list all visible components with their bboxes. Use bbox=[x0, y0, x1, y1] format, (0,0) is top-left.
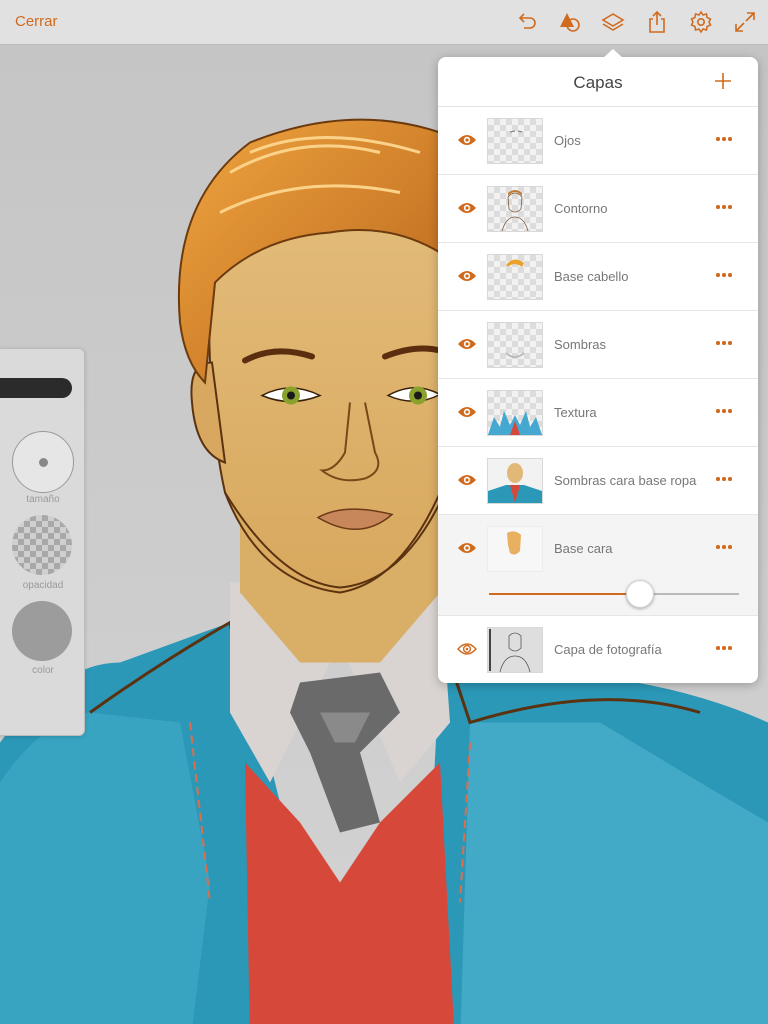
size-label: tamaño bbox=[26, 494, 60, 505]
layer-thumbnail bbox=[487, 186, 543, 232]
slider-fill bbox=[489, 593, 639, 595]
layer-name: Base cara bbox=[554, 541, 613, 556]
layer-opacity-slider[interactable] bbox=[489, 580, 739, 608]
more-options-icon[interactable] bbox=[716, 204, 732, 210]
layer-thumbnail bbox=[487, 118, 543, 164]
layer-thumbnail bbox=[487, 322, 543, 368]
size-indicator bbox=[39, 458, 48, 467]
layer-row-ojos[interactable]: Ojos bbox=[438, 107, 758, 175]
layer-thumbnail bbox=[487, 254, 543, 300]
opacity-label: opacidad bbox=[22, 580, 64, 591]
layer-row-base-cara[interactable]: Base cara bbox=[438, 515, 758, 616]
plus-icon[interactable] bbox=[714, 72, 732, 90]
close-button[interactable]: Cerrar bbox=[15, 13, 58, 30]
layer-row-sombras-cara-base-ropa[interactable]: Sombras cara base ropa bbox=[438, 447, 758, 515]
brush-color-control[interactable] bbox=[12, 601, 72, 661]
more-options-icon[interactable] bbox=[716, 408, 732, 414]
settings-icon[interactable] bbox=[689, 10, 713, 34]
layer-name: Ojos bbox=[554, 133, 581, 148]
eye-icon[interactable] bbox=[457, 269, 477, 283]
expand-icon[interactable] bbox=[733, 10, 757, 34]
more-options-icon[interactable] bbox=[716, 136, 732, 142]
share-icon[interactable] bbox=[645, 10, 669, 34]
brush-panel: tamaño opacidad color bbox=[0, 348, 85, 736]
layer-name: Sombras cara base ropa bbox=[554, 473, 697, 488]
eye-icon[interactable] bbox=[457, 201, 477, 215]
eye-icon[interactable] bbox=[457, 541, 477, 555]
eye-icon[interactable] bbox=[457, 405, 477, 419]
eye-icon[interactable] bbox=[457, 337, 477, 351]
more-options-icon[interactable] bbox=[716, 645, 732, 651]
layer-row-contorno[interactable]: Contorno bbox=[438, 175, 758, 243]
layer-name: Textura bbox=[554, 405, 597, 420]
popover-arrow bbox=[603, 49, 623, 58]
shapes-icon[interactable] bbox=[558, 10, 582, 34]
layer-thumbnail bbox=[487, 390, 543, 436]
eye-icon[interactable] bbox=[457, 133, 477, 147]
layer-name: Capa de fotografía bbox=[554, 642, 662, 657]
more-options-icon[interactable] bbox=[716, 544, 732, 550]
slider-knob[interactable] bbox=[626, 580, 654, 608]
layer-name: Base cabello bbox=[554, 269, 629, 284]
eye-icon[interactable] bbox=[457, 473, 477, 487]
brush-preview[interactable] bbox=[0, 378, 72, 398]
color-label: color bbox=[32, 665, 54, 676]
layers-title: Capas bbox=[573, 73, 623, 92]
layer-row-textura[interactable]: Textura bbox=[438, 379, 758, 447]
brush-size-control[interactable] bbox=[12, 431, 74, 493]
top-toolbar: Cerrar bbox=[0, 0, 768, 45]
layer-thumbnail bbox=[487, 627, 543, 673]
undo-icon[interactable] bbox=[515, 10, 539, 34]
layer-row-capa-de-fotografia[interactable]: Capa de fotografía bbox=[438, 616, 758, 683]
layer-row-base-cabello[interactable]: Base cabello bbox=[438, 243, 758, 311]
photo-eye-icon[interactable] bbox=[457, 642, 477, 656]
more-options-icon[interactable] bbox=[716, 340, 732, 346]
brush-opacity-control[interactable] bbox=[12, 515, 72, 575]
more-options-icon[interactable] bbox=[716, 476, 732, 482]
layer-thumbnail bbox=[487, 458, 543, 504]
layer-row-sombras[interactable]: Sombras bbox=[438, 311, 758, 379]
layers-icon[interactable] bbox=[601, 10, 625, 34]
more-options-icon[interactable] bbox=[716, 272, 732, 278]
layer-name: Contorno bbox=[554, 201, 608, 216]
layers-panel: Capas Ojos Contorno Base cabello Sombras… bbox=[438, 57, 758, 683]
layer-name: Sombras bbox=[554, 337, 607, 352]
layers-header: Capas bbox=[438, 57, 758, 107]
layer-thumbnail bbox=[487, 526, 543, 572]
